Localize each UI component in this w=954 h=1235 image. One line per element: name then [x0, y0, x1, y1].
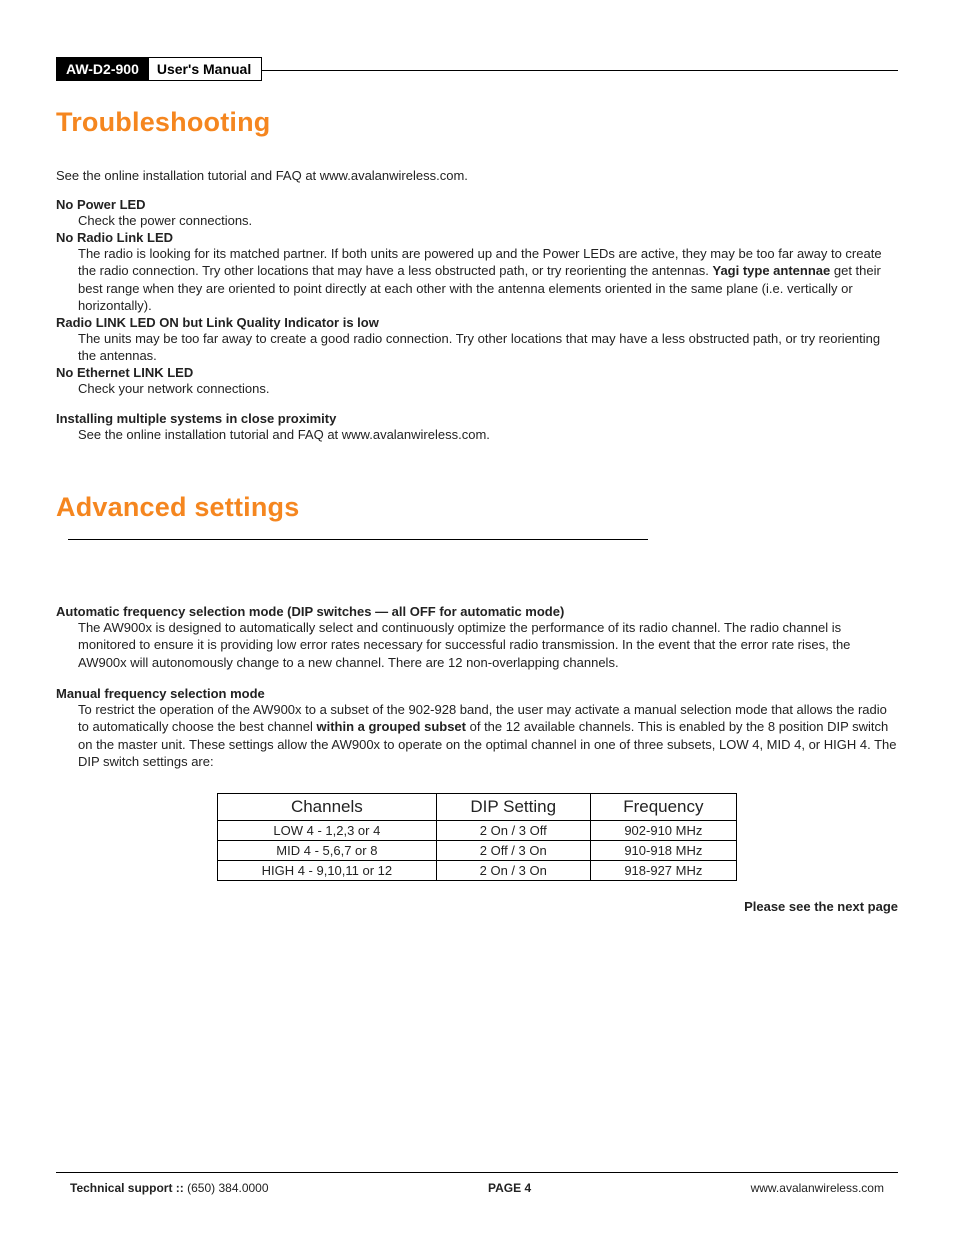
table-row: LOW 4 - 1,2,3 or 42 On / 3 Off902-910 MH…	[218, 820, 737, 840]
doc-item-body-part: within a grouped subset	[316, 719, 466, 734]
table-row: HIGH 4 - 9,10,11 or 122 On / 3 On918-927…	[218, 860, 737, 880]
header-box: AW-D2-900 User's Manual	[56, 57, 262, 81]
doc-item: No Ethernet LINK LEDCheck your network c…	[56, 365, 898, 398]
header-model: AW-D2-900	[56, 57, 149, 81]
doc-item-heading: No Radio Link LED	[56, 230, 898, 245]
doc-item-heading: Radio LINK LED ON but Link Quality Indic…	[56, 315, 898, 330]
doc-item: Automatic frequency selection mode (DIP …	[56, 604, 898, 672]
doc-item-body: To restrict the operation of the AW900x …	[78, 701, 898, 771]
footer-page: PAGE 4	[488, 1181, 531, 1195]
doc-item-body-part: Check the power connections.	[78, 213, 252, 228]
doc-item-heading: No Ethernet LINK LED	[56, 365, 898, 380]
table-cell: LOW 4 - 1,2,3 or 4	[218, 820, 437, 840]
doc-item-body: The AW900x is designed to automatically …	[78, 619, 898, 672]
doc-item: No Power LEDCheck the power connections.	[56, 197, 898, 230]
header-title: User's Manual	[149, 57, 262, 81]
section-heading-advanced: Advanced settings	[56, 492, 898, 554]
footer-url: www.avalanwireless.com	[751, 1181, 884, 1195]
table-cell: 2 On / 3 Off	[436, 820, 590, 840]
doc-item-body: Check your network connections.	[78, 380, 898, 398]
doc-item-body-part: The AW900x is designed to automatically …	[78, 620, 850, 670]
footer-rule	[56, 1172, 898, 1173]
doc-item-body-part: Check your network connections.	[78, 381, 269, 396]
doc-item-body: Check the power connections.	[78, 212, 898, 230]
doc-item: Radio LINK LED ON but Link Quality Indic…	[56, 315, 898, 365]
doc-item-body-part: See the online installation tutorial and…	[78, 427, 490, 442]
table-row: MID 4 - 5,6,7 or 82 Off / 3 On910-918 MH…	[218, 840, 737, 860]
table-cell: HIGH 4 - 9,10,11 or 12	[218, 860, 437, 880]
doc-item-body-part: Yagi type antennae	[712, 263, 830, 278]
doc-item-body: See the online installation tutorial and…	[78, 426, 898, 444]
section-heading-troubleshooting: Troubleshooting	[56, 107, 898, 138]
table-cell: 902-910 MHz	[590, 820, 736, 840]
doc-item-body: The radio is looking for its matched par…	[78, 245, 898, 315]
footer-support: Technical support :: (650) 384.0000	[70, 1181, 269, 1195]
table-cell: 2 Off / 3 On	[436, 840, 590, 860]
section-heading-text: Troubleshooting	[56, 107, 270, 137]
table-cell: 918-927 MHz	[590, 860, 736, 880]
footer: Technical support :: (650) 384.0000 PAGE…	[56, 1172, 898, 1195]
doc-item-body: The units may be too far away to create …	[78, 330, 898, 365]
doc-item-heading: Installing multiple systems in close pro…	[56, 411, 898, 426]
troubleshooting-intro: See the online installation tutorial and…	[56, 168, 898, 183]
section-heading-text: Advanced settings	[56, 492, 299, 522]
doc-item-body-part: The units may be too far away to create …	[78, 331, 880, 364]
frequency-table: ChannelsDIP SettingFrequency LOW 4 - 1,2…	[217, 793, 737, 881]
doc-item-heading: Manual frequency selection mode	[56, 686, 898, 701]
table-cell: 2 On / 3 On	[436, 860, 590, 880]
doc-item-heading: Automatic frequency selection mode (DIP …	[56, 604, 898, 619]
table-header-cell: Frequency	[590, 793, 736, 820]
table-header-cell: Channels	[218, 793, 437, 820]
next-page-note: Please see the next page	[56, 899, 898, 914]
doc-item: Installing multiple systems in close pro…	[56, 411, 898, 444]
doc-item-heading: No Power LED	[56, 197, 898, 212]
doc-item: Manual frequency selection modeTo restri…	[56, 686, 898, 771]
table-cell: 910-918 MHz	[590, 840, 736, 860]
doc-item: No Radio Link LEDThe radio is looking fo…	[56, 230, 898, 315]
header-rule: AW-D2-900 User's Manual	[56, 70, 898, 71]
table-cell: MID 4 - 5,6,7 or 8	[218, 840, 437, 860]
table-header-cell: DIP Setting	[436, 793, 590, 820]
footer-support-phone: (650) 384.0000	[187, 1181, 268, 1195]
footer-support-label: Technical support ::	[70, 1181, 187, 1195]
section-heading-rule	[68, 539, 648, 540]
